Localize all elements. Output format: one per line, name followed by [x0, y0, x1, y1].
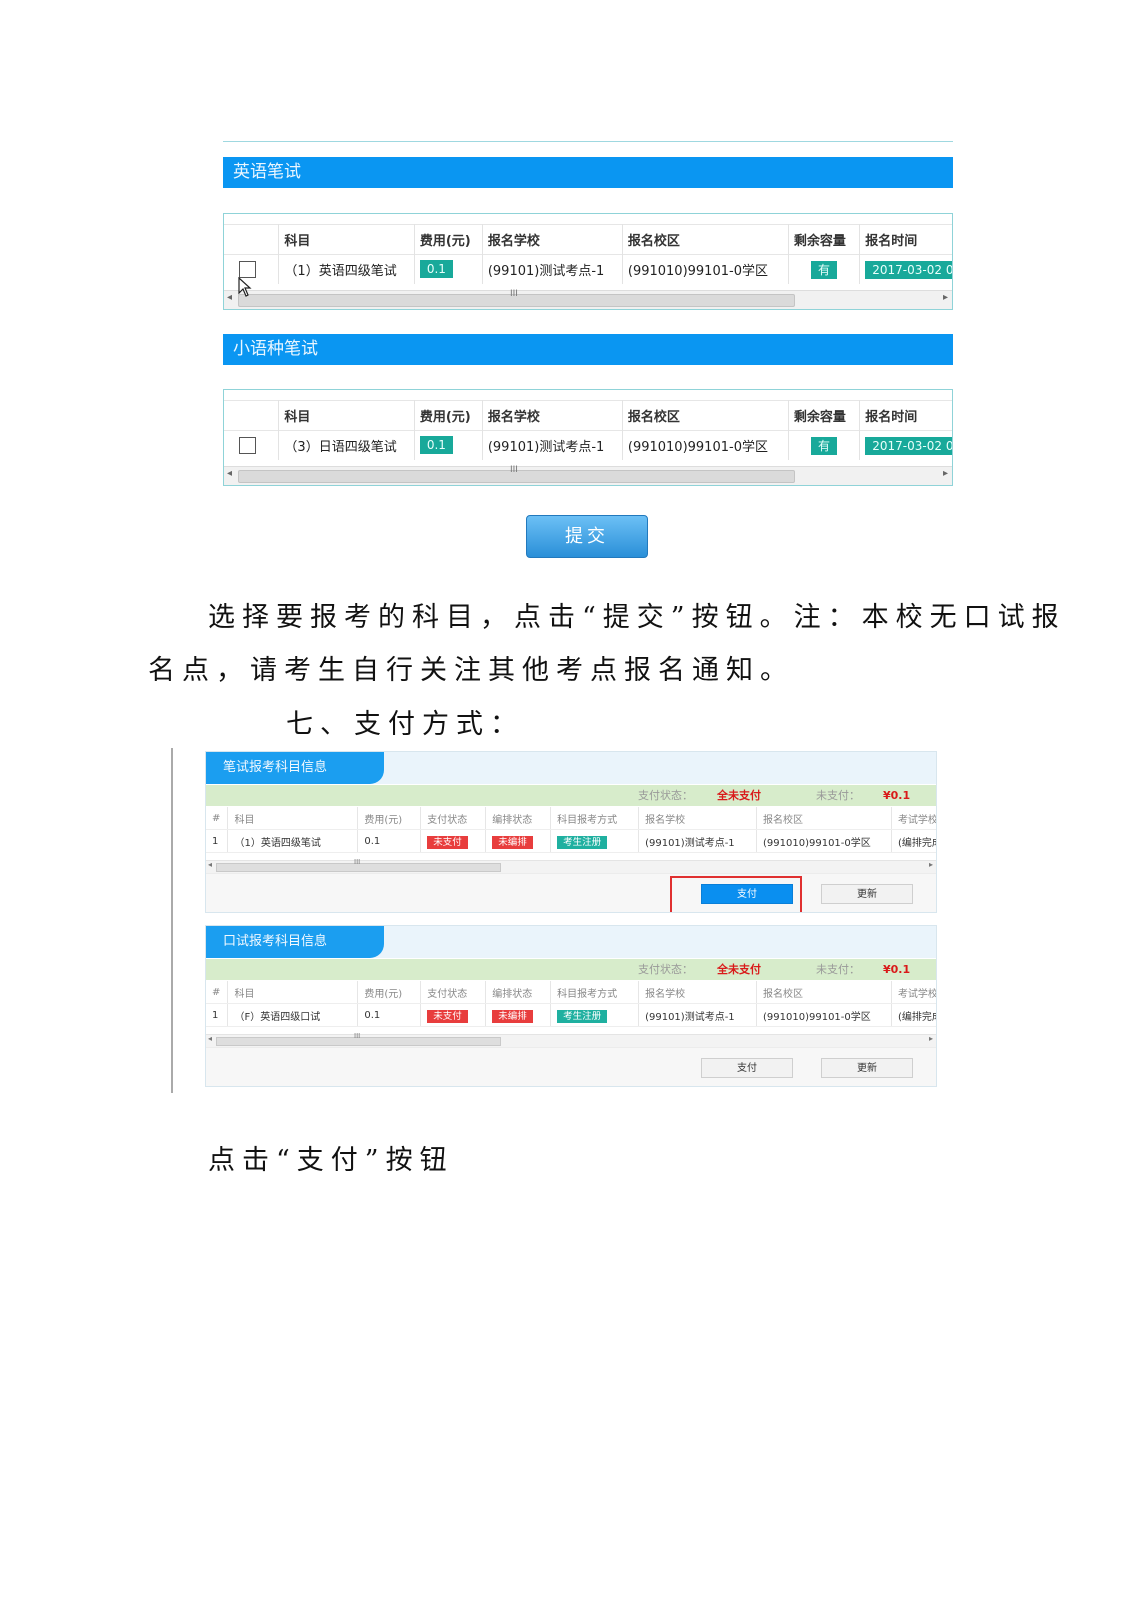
subject-cell: （F）英语四级口试: [227, 1003, 359, 1027]
time-badge: 2017-03-02 09:49 至 2017-03: [865, 437, 952, 455]
payment-status-badge: 未支付: [427, 1010, 468, 1023]
pay-button[interactable]: 支付: [701, 884, 793, 904]
table-header-row: # 科目 费用(元) 支付状态 编排状态 科目报考方式 报名学校 报名校区 考试…: [206, 807, 936, 830]
subject-cell: （3）日语四级笔试: [278, 430, 415, 460]
horizontal-scrollbar[interactable]: ◂ III ▸: [224, 289, 952, 309]
col-header: 费用(元): [414, 224, 483, 255]
instruction-line-1: 选择要报考的科目，点击“提交”按钮。注：本校无口试报: [208, 602, 1066, 633]
payment-status-badge: 未支付: [427, 836, 468, 849]
section-header-english: 英语笔试: [223, 157, 953, 188]
table-header-row: # 科目 费用(元) 支付状态 编排状态 科目报考方式 报名学校 报名校区 考试…: [206, 981, 936, 1004]
scroll-grip-icon: III: [510, 465, 518, 475]
panel-tab[interactable]: 笔试报考科目信息: [206, 752, 384, 784]
exam-school-cell: (编排完成后: [891, 829, 936, 853]
unpaid-amount: ¥0.1: [883, 963, 911, 976]
exam-school-cell: (编排完成后: [891, 1003, 936, 1027]
scroll-right-icon[interactable]: ▸: [943, 468, 948, 479]
payment-status-bar: 支付状态： 全未支付 未支付： ¥0.1: [206, 959, 936, 980]
oral-exam-payment-panel: 口试报考科目信息 支付状态： 全未支付 未支付： ¥0.1 # 科目 费用(元)…: [205, 925, 937, 1087]
horizontal-scrollbar[interactable]: ◂ III ▸: [206, 858, 936, 874]
scroll-left-icon[interactable]: ◂: [208, 860, 212, 869]
col-header: 费用(元): [414, 400, 483, 431]
col-header: 报名时间: [859, 400, 952, 431]
scroll-grip-icon: III: [510, 289, 518, 299]
col-header: 剩余容量: [788, 400, 861, 431]
school-cell: (99101)测试考点-1: [638, 1003, 757, 1027]
written-exam-payment-panel: 笔试报考科目信息 支付状态： 全未支付 未支付： ¥0.1 # 科目 费用(元)…: [205, 751, 937, 913]
fee-badge: 0.1: [419, 260, 453, 278]
table-header-row: 科目 费用(元) 报名学校 报名校区 剩余容量 报名时间: [224, 400, 952, 431]
scroll-left-icon[interactable]: ◂: [227, 468, 232, 479]
divider-line: [223, 141, 953, 142]
unpaid-amount: ¥0.1: [883, 789, 911, 802]
mouse-pointer-icon: [238, 277, 252, 297]
horizontal-scrollbar[interactable]: ◂ III ▸: [224, 465, 952, 485]
time-badge: 2017-03-02 09:49 至 2017-03: [865, 261, 952, 279]
campus-cell: (991010)99101-0学区: [756, 829, 892, 853]
registration-method-badge: 考生注册: [557, 1010, 608, 1023]
panel-footer: 支付 更新: [206, 1047, 936, 1086]
pay-button[interactable]: 支付: [701, 1058, 793, 1078]
col-header: 报名学校: [482, 224, 623, 255]
campus-cell: (991010)99101-0学区: [622, 254, 789, 284]
fee-cell: 0.1: [357, 829, 422, 853]
subject-cell: （1）英语四级笔试: [278, 254, 415, 284]
select-checkbox[interactable]: [239, 437, 256, 454]
registration-method-badge: 考生注册: [557, 836, 608, 849]
instruction-line-3: 点击“支付”按钮: [208, 1145, 454, 1176]
refresh-button[interactable]: 更新: [821, 1058, 913, 1078]
subject-cell: （1）英语四级笔试: [227, 829, 359, 853]
campus-cell: (991010)99101-0学区: [756, 1003, 892, 1027]
col-header: 剩余容量: [788, 224, 861, 255]
table-row[interactable]: （3）日语四级笔试 0.1 (99101)测试考点-1 (991010)9910…: [224, 430, 952, 460]
school-cell: (99101)测试考点-1: [638, 829, 757, 853]
section-header-minor-language: 小语种笔试: [223, 334, 953, 365]
payment-status-bar: 支付状态： 全未支付 未支付： ¥0.1: [206, 785, 936, 806]
scroll-right-icon[interactable]: ▸: [943, 292, 948, 303]
unpaid-label: 未支付：: [816, 789, 860, 802]
fee-cell: 0.1: [357, 1003, 422, 1027]
scroll-left-icon[interactable]: ◂: [208, 1034, 212, 1043]
table-row: 1 （1）英语四级笔试 0.1 未支付 未编排 考生注册 (99101)测试考点…: [206, 829, 936, 853]
fee-badge: 0.1: [419, 436, 453, 454]
scroll-left-icon[interactable]: ◂: [227, 292, 232, 303]
col-header: 报名学校: [482, 400, 623, 431]
section-heading: 七、支付方式：: [286, 709, 524, 740]
status-value: 全未支付: [717, 963, 761, 976]
select-checkbox[interactable]: [239, 261, 256, 278]
school-cell: (99101)测试考点-1: [482, 254, 623, 284]
scroll-right-icon[interactable]: ▸: [929, 860, 933, 869]
col-header: 科目: [278, 224, 415, 255]
horizontal-scrollbar[interactable]: ◂ III ▸: [206, 1032, 936, 1048]
status-value: 全未支付: [717, 789, 761, 802]
col-header: 报名校区: [622, 400, 789, 431]
status-label: 支付状态：: [638, 963, 693, 976]
submit-button[interactable]: 提交: [526, 515, 648, 558]
table-header-row: 科目 费用(元) 报名学校 报名校区 剩余容量 报名时间: [224, 224, 952, 255]
scroll-grip-icon: III: [354, 1032, 361, 1040]
campus-cell: (991010)99101-0学区: [622, 430, 789, 460]
panel-tab[interactable]: 口试报考科目信息: [206, 926, 384, 958]
arrangement-status-badge: 未编排: [492, 836, 533, 849]
scroll-grip-icon: III: [354, 858, 361, 866]
scroll-right-icon[interactable]: ▸: [929, 1034, 933, 1043]
refresh-button[interactable]: 更新: [821, 884, 913, 904]
panel-footer: 支付 更新: [206, 873, 936, 912]
school-cell: (99101)测试考点-1: [482, 430, 623, 460]
instruction-line-2: 名点，请考生自行关注其他考点报名通知。: [148, 655, 794, 686]
screenshot-left-border: [171, 748, 173, 1093]
col-header: 报名校区: [622, 224, 789, 255]
status-label: 支付状态：: [638, 789, 693, 802]
unpaid-label: 未支付：: [816, 963, 860, 976]
arrangement-status-badge: 未编排: [492, 1010, 533, 1023]
capacity-badge: 有: [811, 261, 838, 279]
english-subject-grid: 科目 费用(元) 报名学校 报名校区 剩余容量 报名时间 （1）英语四级笔试 0…: [223, 213, 953, 310]
col-header: 报名时间: [859, 224, 952, 255]
minor-language-subject-grid: 科目 费用(元) 报名学校 报名校区 剩余容量 报名时间 （3）日语四级笔试 0…: [223, 389, 953, 486]
table-row: 1 （F）英语四级口试 0.1 未支付 未编排 考生注册 (99101)测试考点…: [206, 1003, 936, 1027]
col-header: 科目: [278, 400, 415, 431]
capacity-badge: 有: [811, 437, 838, 455]
table-row[interactable]: （1）英语四级笔试 0.1 (99101)测试考点-1 (991010)9910…: [224, 254, 952, 284]
